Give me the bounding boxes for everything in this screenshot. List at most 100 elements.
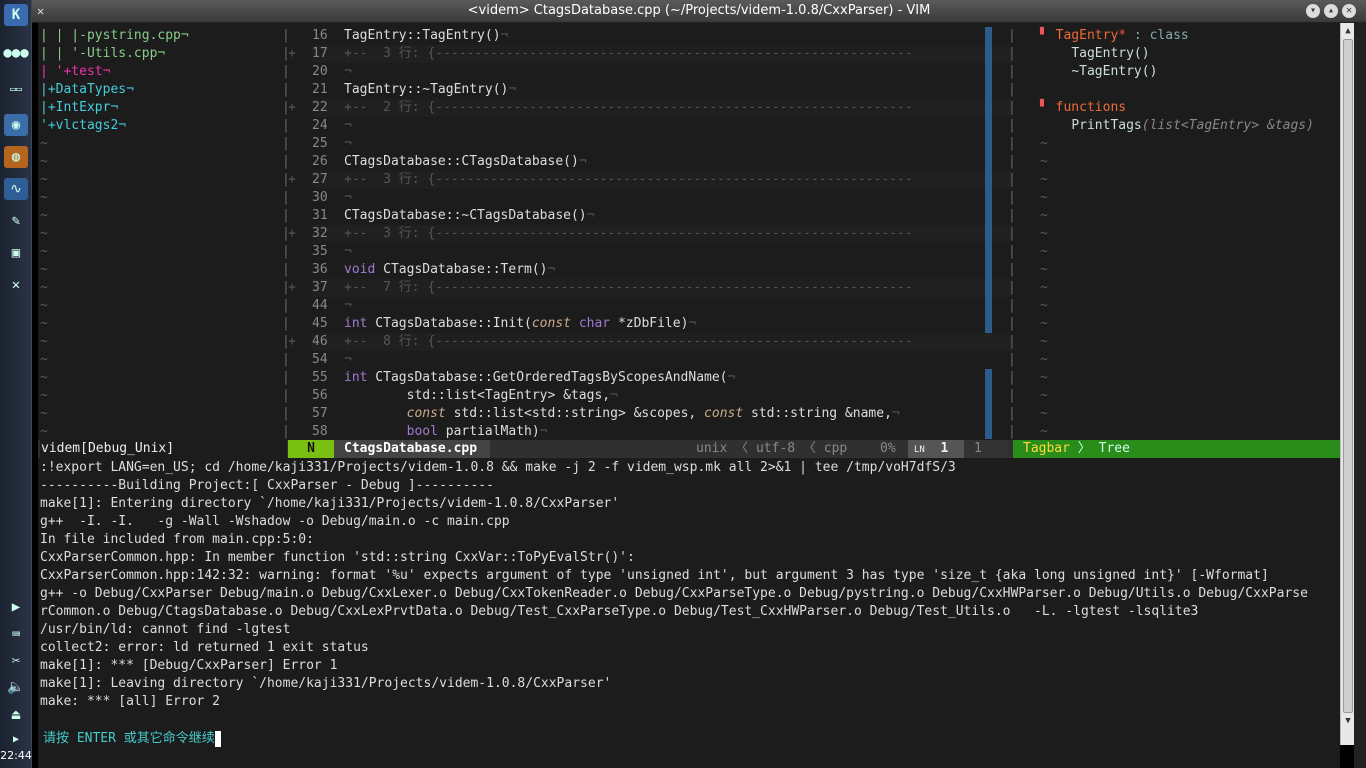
scissors-icon[interactable]: ✂ [4,650,28,672]
tag-functions-row[interactable]: ▘ functions [1040,99,1126,117]
window-titlebar[interactable]: ✕ <videm> CtagsDatabase.cpp (~/Projects/… [32,0,1366,23]
line-text: +-- 8 行: {------------------------------… [344,334,913,349]
output-line: CxxParserCommon.hpp: In member function … [40,550,635,565]
line-number: 37 [312,280,328,295]
code-line[interactable]: 58 bool partialMath)¬ [312,423,1012,441]
vertical-scrollbar[interactable]: ▲ ▼ [1340,23,1354,745]
maximize-icon[interactable]: ▴ [1324,4,1338,18]
folded-line[interactable]: 22 +-- 2 行: {----------------------------… [312,99,1012,117]
line-text: ¬ [344,352,352,367]
clock: 22:44 [0,749,32,762]
tag-member-row[interactable]: TagEntry() [1040,45,1149,63]
split-separator: | | | | | | | | | | | | | | | | | | | | | | | [1008,28,1016,439]
code-line[interactable]: 44 ¬ [312,297,1012,315]
file-tree-item[interactable]: |+IntExpr¬ [40,99,118,117]
empty-line-marker: ~ [40,190,48,205]
empty-line-marker: ~ [40,280,48,295]
code-line[interactable]: 16 TagEntry::TagEntry()¬ [312,27,1012,45]
package-icon[interactable]: ▣ [4,242,28,264]
editor-icon[interactable]: ✎ [4,210,28,232]
code-line[interactable]: 20 ¬ [312,63,1012,81]
sign-column [985,369,992,439]
code-line[interactable]: 31 CTagsDatabase::~CTagsDatabase()¬ [312,207,1012,225]
file-tree-item[interactable]: | | '-Utils.cpp¬ [40,45,165,63]
line-number: 36 [312,262,328,277]
file-tree-item[interactable]: '+vlctags2¬ [40,117,126,135]
code-line[interactable]: 45 int CTagsDatabase::Init(const char *zD… [312,315,1012,333]
line-number: 27 [312,172,328,187]
volume-icon[interactable]: 🔈 [4,676,28,698]
output-line: make[1]: Leaving directory `/home/kaji33… [40,676,612,691]
code-line[interactable]: 54 ¬ [312,351,1012,369]
folded-line[interactable]: 27 +-- 3 行: {----------------------------… [312,171,1012,189]
device-icon[interactable]: ⏏ [4,704,28,726]
line-text: +-- 3 行: {------------------------------… [344,46,913,61]
desktop-pager-icon[interactable]: ▭▭ [4,78,28,100]
code-line[interactable]: 57 const std::list<std::string> &scopes,… [312,405,1012,423]
tagbar-pane[interactable]: ▘ TagEntry* : class TagEntry() ~TagEntry… [1040,27,1340,439]
command-output: :!export LANG=en_US; cd /home/kaji331/Pr… [40,459,1338,711]
tag-member-row[interactable]: ~TagEntry() [1040,63,1157,81]
close-icon[interactable]: ✕ [1342,4,1356,18]
empty-line-marker: ~ [1040,226,1048,241]
file-tree-item[interactable]: | '+test¬ [40,63,110,81]
empty-line-marker: ~ [40,154,48,169]
mode-indicator: N [288,440,334,458]
line-number: 20 [312,64,328,79]
code-pane[interactable]: 16 TagEntry::TagEntry()¬ 17 +-- 3 行: {-----… [312,27,1012,439]
firefox-icon[interactable]: ◍ [4,146,28,168]
tools-icon[interactable]: ✕ [4,274,28,296]
kde-menu-icon[interactable]: K [4,4,28,26]
keyboard-icon[interactable]: ⌨ [4,624,28,646]
line-number: 26 [312,154,328,169]
screen-edge [1354,23,1366,768]
file-tree-pane[interactable]: | | |-pystring.cpp¬ | | '-Utils.cpp¬ | '+t… [40,27,285,439]
scroll-up-icon[interactable]: ▲ [1343,25,1353,37]
output-line: In file included from main.cpp:5:0: [40,532,314,547]
code-line[interactable]: 26 CTagsDatabase::CTagsDatabase()¬ [312,153,1012,171]
code-line[interactable]: 24 ¬ [312,117,1012,135]
vim-editor[interactable]: | | |-pystring.cpp¬ | | '-Utils.cpp¬ | '+t… [38,23,1340,768]
expand-icon[interactable]: ▶ [4,728,28,750]
line-number: 46 [312,334,328,349]
line-text: int CTagsDatabase::GetOrderedTagsByScope… [344,370,736,385]
empty-line-marker: ~ [40,334,48,349]
window-title: <videm> CtagsDatabase.cpp (~/Projects/vi… [467,3,931,18]
output-line: g++ -o Debug/CxxParser Debug/main.o Debu… [40,586,1308,601]
file-tree-item[interactable]: | | |-pystring.cpp¬ [40,27,189,45]
scrollbar-thumb[interactable] [1343,39,1353,713]
folded-line[interactable]: 17 +-- 3 行: {----------------------------… [312,45,1012,63]
folded-line[interactable]: 37 +-- 7 行: {----------------------------… [312,279,1012,297]
code-line[interactable]: 36 void CTagsDatabase::Term()¬ [312,261,1012,279]
line-text: +-- 2 行: {------------------------------… [344,100,913,115]
terminal-icon[interactable]: ▶ [4,596,28,618]
empty-line-marker: ~ [40,208,48,223]
empty-line-marker: ~ [1040,370,1048,385]
minimize-icon[interactable]: ▾ [1306,4,1320,18]
code-line[interactable]: 25 ¬ [312,135,1012,153]
code-line[interactable]: 21 TagEntry::~TagEntry()¬ [312,81,1012,99]
left-status: videm[Debug_Unix] [40,440,287,458]
output-line: make: *** [all] Error 2 [40,694,221,709]
output-line: make[1]: Entering directory `/home/kaji3… [40,496,620,511]
chart-app-icon[interactable]: ∿ [4,178,28,200]
tag-class-row[interactable]: ▘ TagEntry* : class [1040,27,1189,45]
empty-line-marker: ~ [1040,424,1048,439]
line-text: +-- 3 行: {------------------------------… [344,226,913,241]
scroll-down-icon[interactable]: ▼ [1343,715,1353,727]
code-line[interactable]: 56 std::list<TagEntry> &tags,¬ [312,387,1012,405]
line-text: const std::list<std::string> &scopes, co… [406,406,900,421]
browser-icon[interactable]: ◉ [4,114,28,136]
line-number: 56 [312,388,328,403]
file-tree-item[interactable]: |+DataTypes¬ [40,81,134,99]
dots-icon[interactable]: ●●● [3,42,28,64]
code-line[interactable]: 30 ¬ [312,189,1012,207]
folded-line[interactable]: 32 +-- 3 行: {----------------------------… [312,225,1012,243]
code-line[interactable]: 55 int CTagsDatabase::GetOrderedTagsBySco… [312,369,1012,387]
line-text: ¬ [344,118,352,133]
folded-line[interactable]: 46 +-- 8 行: {----------------------------… [312,333,1012,351]
tag-function-row[interactable]: PrintTags(list<TagEntry> &tags) [1040,117,1314,135]
empty-line-marker: ~ [1040,298,1048,313]
code-line[interactable]: 35 ¬ [312,243,1012,261]
status-filename: CtagsDatabase.cpp [334,440,490,458]
